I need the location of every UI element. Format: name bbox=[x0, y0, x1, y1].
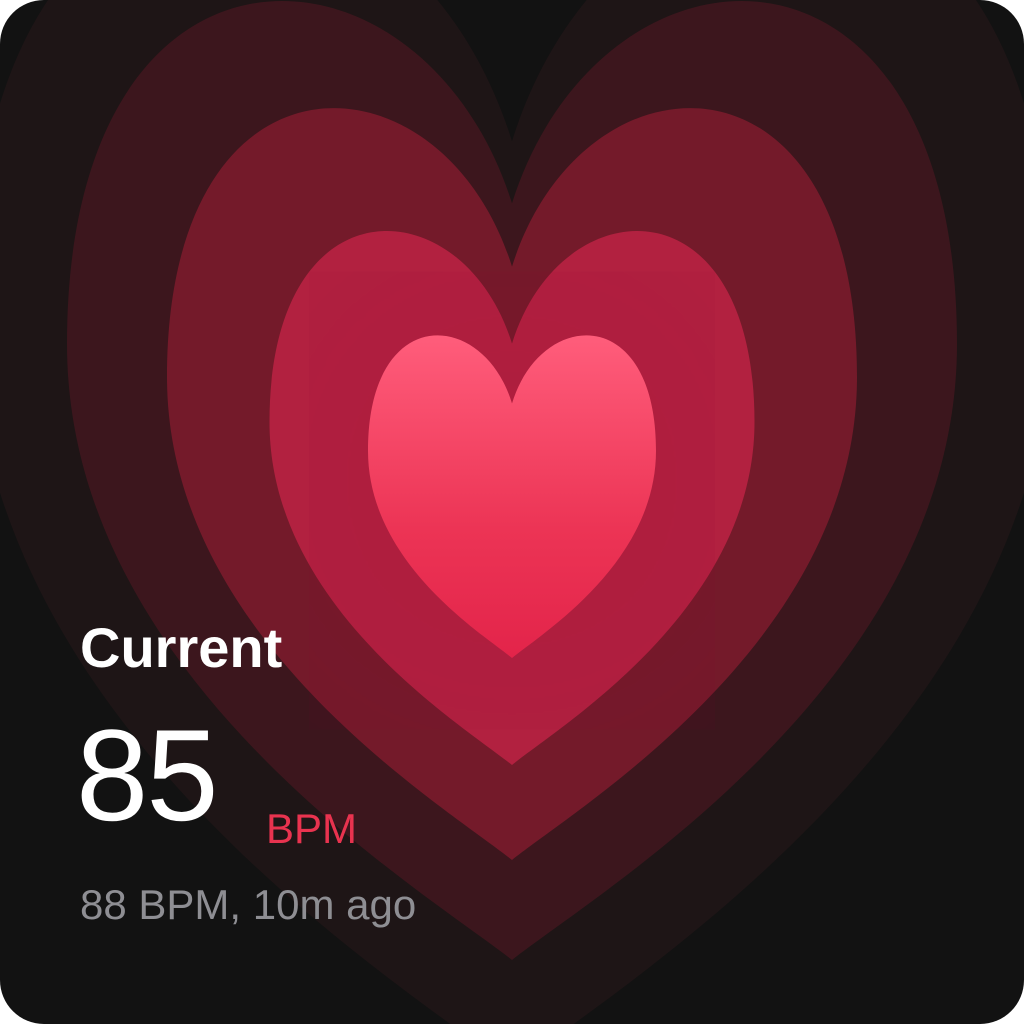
card-title: Current bbox=[80, 616, 283, 679]
previous-reading: 88 BPM, 10m ago bbox=[80, 881, 417, 928]
heart-rate-unit: BPM bbox=[266, 805, 358, 852]
heart-rate-card[interactable]: Current 85 BPM 88 BPM, 10m ago bbox=[0, 0, 1024, 1024]
heart-rate-value: 85 bbox=[76, 702, 219, 848]
heart-rings-icon bbox=[0, 0, 1024, 1024]
